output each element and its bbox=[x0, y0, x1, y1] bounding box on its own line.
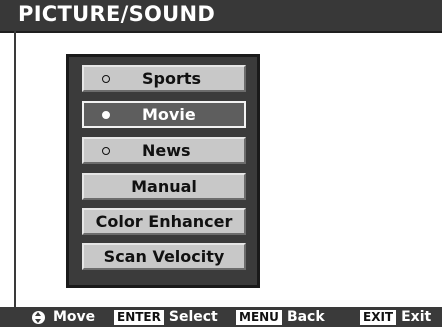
title-bar: PICTURE/SOUND bbox=[0, 0, 442, 33]
menu-item-scan-velocity[interactable]: Scan Velocity bbox=[82, 243, 246, 270]
radio-empty-icon bbox=[102, 74, 110, 83]
radio-filled-icon bbox=[102, 110, 110, 119]
help-bar: Move ENTER Select MENU Back EXIT Exit bbox=[0, 307, 442, 327]
menu-item-sports[interactable]: Sports bbox=[82, 65, 246, 92]
up-down-arrows-icon bbox=[32, 310, 45, 324]
exit-key-badge: EXIT bbox=[360, 309, 397, 325]
menu-item-manual[interactable]: Manual bbox=[82, 173, 246, 200]
hint-move-label: Move bbox=[53, 309, 96, 325]
menu-item-color-enhancer[interactable]: Color Enhancer bbox=[82, 208, 246, 235]
hint-back: MENU Back bbox=[236, 307, 325, 327]
hint-back-label: Back bbox=[286, 309, 325, 325]
hint-move: Move bbox=[32, 307, 95, 327]
menu-item-movie[interactable]: Movie bbox=[82, 101, 246, 128]
menu-item-label: Sports bbox=[142, 69, 202, 88]
radio-empty-icon bbox=[102, 146, 110, 155]
enter-key-badge: ENTER bbox=[114, 309, 164, 325]
left-divider bbox=[14, 31, 16, 307]
menu-item-label: Manual bbox=[131, 177, 197, 196]
menu-item-label: Color Enhancer bbox=[95, 212, 233, 231]
menu-item-news[interactable]: News bbox=[82, 137, 246, 164]
hint-exit-label: Exit bbox=[401, 309, 432, 325]
menu-key-badge: MENU bbox=[236, 309, 282, 325]
hint-select: ENTER Select bbox=[114, 307, 218, 327]
menu-item-label: Scan Velocity bbox=[103, 247, 225, 266]
picture-mode-menu: Sports Movie News Manual Color Enhancer … bbox=[66, 54, 260, 288]
hint-exit: EXIT Exit bbox=[360, 307, 431, 327]
menu-item-label: Movie bbox=[142, 105, 196, 124]
menu-item-label: News bbox=[142, 141, 191, 160]
page-title: PICTURE/SOUND bbox=[18, 2, 216, 26]
hint-select-label: Select bbox=[168, 309, 218, 325]
